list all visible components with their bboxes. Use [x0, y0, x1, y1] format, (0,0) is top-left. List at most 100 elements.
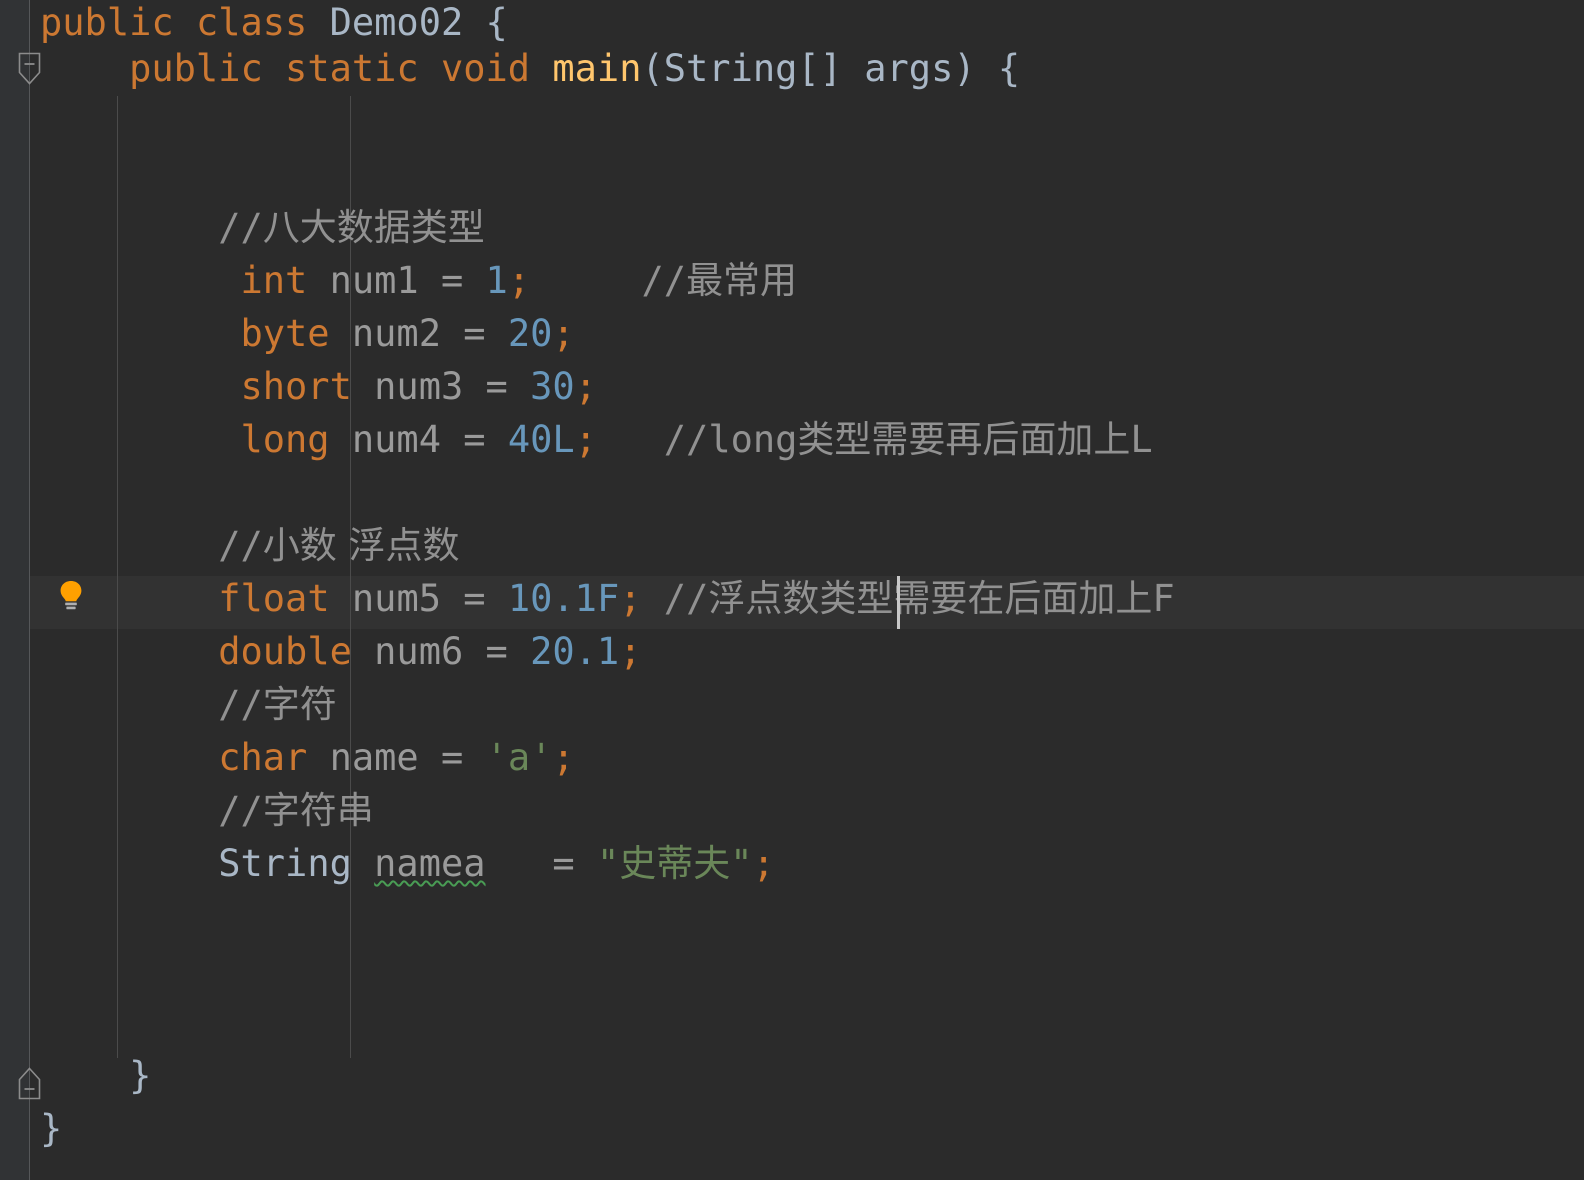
- code-token: =: [463, 577, 486, 620]
- code-token: //: [641, 259, 687, 302]
- code-line[interactable]: }: [0, 1102, 62, 1155]
- code-token: 小数 浮点数: [262, 524, 460, 567]
- code-token: 1: [485, 259, 508, 302]
- code-token: char: [218, 736, 308, 779]
- code-line[interactable]: [0, 996, 62, 1049]
- code-line[interactable]: long num4 = 40L; //long类型需要再后面加上L: [0, 413, 1153, 466]
- code-token: 史蒂夫: [619, 842, 731, 885]
- code-line[interactable]: [0, 466, 62, 519]
- code-token: 字符: [262, 683, 337, 726]
- code-token: L: [1130, 418, 1153, 461]
- code-token: 字符串: [262, 789, 374, 832]
- code-line[interactable]: int num1 = 1; //最常用: [0, 254, 797, 307]
- code-token: =: [552, 842, 575, 885]
- code-line[interactable]: public static void main(String[] args) {: [0, 42, 1020, 95]
- code-token: 30: [530, 365, 575, 408]
- code-token: void: [440, 47, 531, 90]
- code-line[interactable]: String namea = "史蒂夫";: [0, 837, 775, 890]
- code-line[interactable]: short num3 = 30;: [0, 360, 596, 413]
- code-token: num5: [351, 577, 441, 620]
- code-token: 20: [507, 312, 553, 355]
- code-line[interactable]: //字符: [0, 678, 337, 731]
- code-token: ;: [507, 259, 531, 302]
- code-token: //: [218, 206, 263, 249]
- code-token: num1: [329, 259, 419, 302]
- code-text-layer[interactable]: public class Demo02 { public static void…: [0, 0, 1584, 1180]
- code-line[interactable]: [0, 148, 62, 201]
- code-token: public: [129, 47, 263, 90]
- code-token: ;: [552, 736, 575, 779]
- code-token: =: [463, 418, 486, 461]
- code-token: ;: [552, 312, 575, 355]
- code-token: //: [218, 683, 263, 726]
- code-token: //: [218, 789, 263, 832]
- code-token: =: [485, 365, 508, 408]
- code-token: ;: [619, 630, 642, 673]
- code-line[interactable]: //八大数据类型: [0, 201, 485, 254]
- code-token: namea: [374, 842, 486, 885]
- code-editor[interactable]: public class Demo02 { public static void…: [0, 0, 1584, 1180]
- code-line[interactable]: [0, 943, 62, 996]
- code-line[interactable]: [0, 890, 62, 943]
- code-token: =: [485, 630, 508, 673]
- code-token: }: [40, 1054, 152, 1097]
- code-token: public: [40, 1, 174, 44]
- code-line[interactable]: float num5 = 10.1F; //浮点数类型需要在后面加上F: [0, 572, 1174, 625]
- code-token: ;: [752, 842, 775, 885]
- code-line[interactable]: //小数 浮点数: [0, 519, 460, 572]
- code-token: 类型需要再后面加上: [797, 418, 1131, 461]
- code-token: main: [552, 47, 642, 90]
- code-line[interactable]: char name = 'a';: [0, 731, 575, 784]
- code-token: {: [463, 1, 508, 44]
- code-line[interactable]: }: [0, 1049, 151, 1102]
- code-token: //long: [663, 418, 798, 461]
- code-line[interactable]: byte num2 = 20;: [0, 307, 575, 360]
- code-token: num4: [351, 418, 441, 461]
- code-token: name: [329, 736, 419, 779]
- code-token: =: [441, 736, 464, 779]
- code-token: byte: [240, 312, 330, 355]
- code-token: 10.1F: [507, 577, 620, 620]
- code-token: num3: [374, 365, 464, 408]
- code-line[interactable]: //字符串: [0, 784, 374, 837]
- code-token: double: [218, 630, 352, 673]
- code-token: Demo02: [329, 1, 464, 44]
- code-line[interactable]: double num6 = 20.1;: [0, 625, 642, 678]
- code-token: ;: [619, 577, 642, 620]
- code-token: 40L: [507, 418, 575, 461]
- code-token: =: [463, 312, 486, 355]
- code-token: short: [240, 365, 352, 408]
- code-line[interactable]: [0, 95, 62, 148]
- code-token: //: [218, 524, 263, 567]
